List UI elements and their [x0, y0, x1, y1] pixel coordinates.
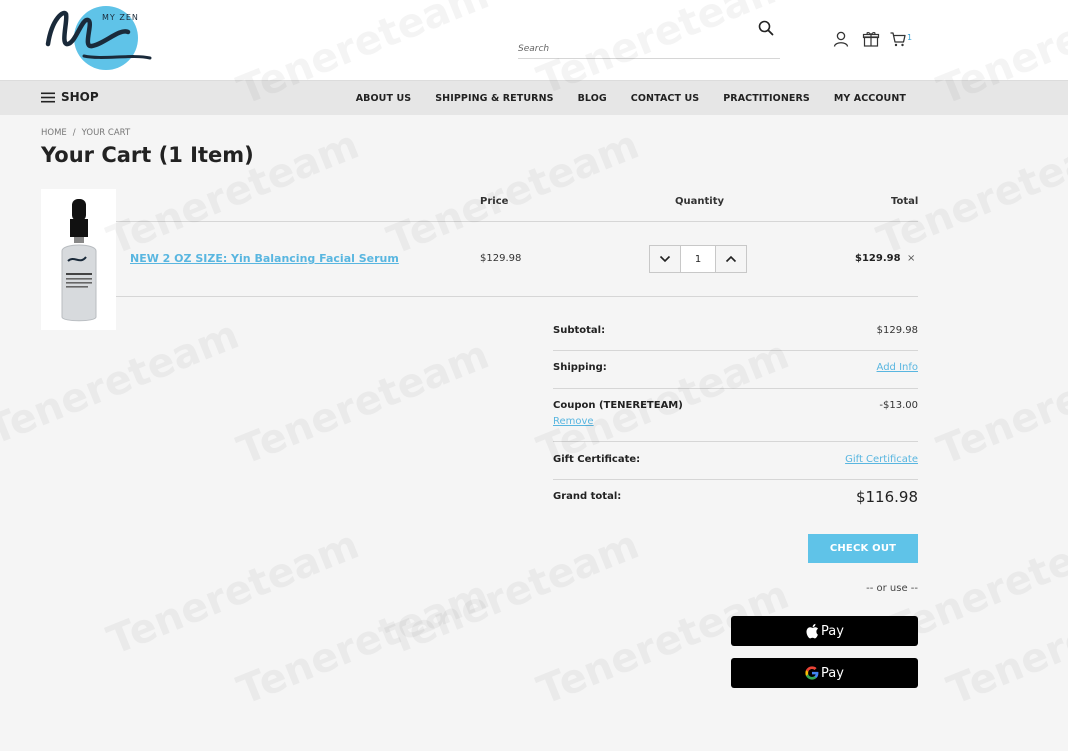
shipping-add-info-link[interactable]: Add Info	[877, 362, 918, 373]
watermark-text: Tenereteam	[101, 522, 365, 664]
subtotal-value: $129.98	[876, 325, 918, 336]
breadcrumb-separator: /	[72, 128, 76, 138]
apple-pay-label: Pay	[821, 623, 844, 639]
grand-total-value: $116.98	[855, 488, 918, 506]
watermark-text: Tenereteam	[931, 332, 1068, 474]
remove-coupon-link[interactable]: Remove	[553, 416, 594, 427]
totals-divider	[553, 441, 918, 442]
breadcrumb-current: YOUR CART	[81, 128, 131, 138]
table-header-divider	[116, 221, 918, 222]
shop-label: SHOP	[61, 90, 99, 104]
quantity-increase-button[interactable]	[715, 246, 746, 272]
quantity-input[interactable]	[681, 246, 715, 272]
nav-blog[interactable]: BLOG	[578, 93, 607, 104]
account-icon[interactable]	[832, 30, 850, 48]
breadcrumb: HOME / YOUR CART	[41, 128, 130, 138]
watermark-text: Tenereteam	[0, 312, 245, 454]
google-pay-button[interactable]: Pay	[731, 658, 918, 688]
totals-divider	[553, 479, 918, 480]
google-pay-label: Pay	[821, 665, 844, 681]
column-header-quantity: Quantity	[675, 196, 724, 207]
watermark-text: Tenereteam	[871, 122, 1068, 264]
shop-menu-button[interactable]: SHOP	[41, 90, 99, 104]
site-header: MY ZEN 1	[0, 0, 1068, 80]
totals-divider	[553, 350, 918, 351]
watermark-text: Tenereteam	[941, 572, 1068, 714]
subtotal-label: Subtotal:	[553, 325, 606, 336]
breadcrumb-home[interactable]: HOME	[41, 128, 67, 138]
watermark-text: Tenereteam	[381, 122, 645, 264]
item-price: $129.98	[480, 253, 522, 264]
gift-certificate-label: Gift Certificate:	[553, 454, 641, 465]
cart-icon[interactable]	[889, 30, 907, 48]
nav-practitioners[interactable]: PRACTITIONERS	[723, 93, 810, 104]
search-box	[518, 18, 780, 59]
shipping-label: Shipping:	[553, 362, 607, 373]
brand-logo[interactable]: MY ZEN	[42, 4, 152, 72]
remove-item-button[interactable]: ×	[907, 253, 915, 264]
item-line-total: $129.98	[855, 253, 901, 264]
apple-icon	[806, 623, 819, 639]
totals-divider	[553, 388, 918, 389]
coupon-label: Coupon (TENERETEAM)	[553, 400, 683, 411]
gift-certificate-link[interactable]: Gift Certificate	[845, 454, 918, 465]
watermark-text: Tenereteam	[231, 332, 495, 474]
chevron-down-icon	[659, 255, 671, 263]
quantity-stepper	[649, 245, 747, 273]
checkout-button[interactable]: CHECK OUT	[808, 534, 918, 563]
apple-pay-button[interactable]: Pay	[731, 616, 918, 646]
quantity-decrease-button[interactable]	[650, 246, 681, 272]
nav-contact-us[interactable]: CONTACT US	[631, 93, 699, 104]
search-icon[interactable]	[758, 20, 776, 38]
column-header-total: Total	[891, 196, 919, 207]
chevron-up-icon	[725, 255, 737, 263]
main-nav: SHOP ABOUT US SHIPPING & RETURNS BLOG CO…	[0, 80, 1068, 115]
nav-shipping-returns[interactable]: SHIPPING & RETURNS	[435, 93, 553, 104]
or-use-text: -- or use --	[866, 583, 918, 594]
product-name-link[interactable]: NEW 2 OZ SIZE: Yin Balancing Facial Seru…	[130, 252, 399, 265]
product-thumbnail[interactable]	[41, 189, 116, 330]
table-row-divider	[116, 296, 918, 297]
svg-text:MY ZEN: MY ZEN	[102, 13, 139, 22]
watermark-text: Tenereteam	[231, 572, 495, 714]
nav-about-us[interactable]: ABOUT US	[356, 93, 412, 104]
gift-icon[interactable]	[862, 30, 880, 48]
grand-total-label: Grand total:	[553, 491, 622, 502]
nav-my-account[interactable]: MY ACCOUNT	[834, 93, 906, 104]
cart-count-badge: 1	[907, 33, 913, 42]
google-icon	[805, 666, 819, 680]
column-header-price: Price	[480, 196, 509, 207]
hamburger-icon	[41, 92, 55, 102]
search-input[interactable]	[518, 44, 748, 54]
coupon-value: -$13.00	[879, 400, 918, 411]
watermark-text: Tenereteam	[381, 522, 645, 664]
page-title: Your Cart (1 Item)	[41, 143, 254, 167]
